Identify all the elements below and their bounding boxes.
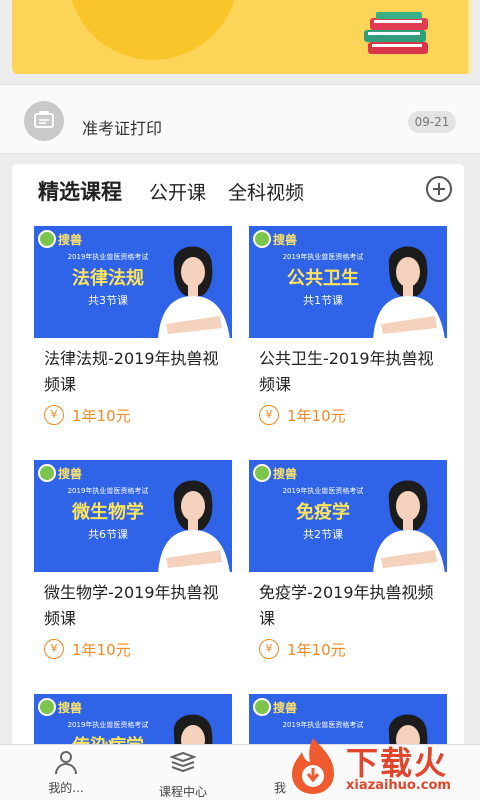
thumbnail-title: 公共卫生 (287, 268, 359, 289)
thumbnail-subtitle: 2019年执业兽医资格考试 (67, 487, 149, 495)
brand-logo: 搜兽 (253, 230, 301, 248)
books-icon (364, 12, 428, 54)
brand-logo: 搜兽 (38, 464, 86, 482)
thumbnail-subtitle: 2019年执业兽医资格考试 (67, 721, 149, 729)
course-thumbnail: 搜兽 2019年执业兽医资格考试 免疫学 共2节课 (249, 460, 447, 572)
books-stack-icon (169, 751, 197, 773)
course-price: ¥ 1年10元 (44, 638, 234, 660)
course-name: 法律法规-2019年执兽视频课 (44, 349, 219, 394)
notice-title: 准考证打印 (82, 119, 163, 138)
course-thumbnail: 搜兽 2019年执业兽医资格考试 法律法规 共3节课 (34, 226, 232, 338)
thumbnail-lesson-count: 共6节课 (88, 528, 128, 541)
tab-featured-courses[interactable]: 精选课程 (38, 176, 122, 206)
course-item[interactable]: 搜兽 2019年执业兽医资格考试 免疫学 共2节课 免疫学-2019年执兽视频课… (249, 460, 449, 660)
banner-edge (468, 0, 472, 74)
instructor-photo (373, 480, 445, 572)
user-icon (53, 751, 79, 775)
course-price: ¥ 1年10元 (44, 404, 234, 426)
thumbnail-subtitle: 2019年执业兽医资格考试 (282, 487, 364, 495)
thumbnail-subtitle: 2019年执业兽医资格考试 (282, 253, 364, 261)
course-price: ¥ 1年10元 (259, 638, 449, 660)
thumbnail-lesson-count: 共1节课 (303, 294, 343, 307)
course-tabs: 精选课程 公开课 全科视频 (12, 164, 464, 216)
thumbnail-subtitle: 2019年执业兽医资格考试 (282, 721, 364, 729)
course-item[interactable]: 搜兽 2019年执业兽医资格考试 公共卫生 共1节课 公共卫生-2019年执兽视… (249, 226, 449, 426)
yen-icon: ¥ (44, 639, 64, 659)
tabbar-label: 课程中心 (158, 785, 207, 799)
brand-logo: 搜兽 (253, 698, 301, 716)
add-plus-icon[interactable] (426, 176, 452, 202)
course-item[interactable]: 搜兽 2019年执业兽医资格考试 微生物学 共6节课 微生物学-2019年执兽视… (34, 460, 234, 660)
instructor-photo (373, 246, 445, 338)
course-item[interactable]: 搜兽 2019年执业兽医资格考试 法律法规 共3节课 法律法规-2019年执兽视… (34, 226, 234, 426)
course-name: 公共卫生-2019年执兽视频课 (259, 349, 434, 394)
yen-icon: ¥ (44, 405, 64, 425)
course-thumbnail: 搜兽 2019年执业兽医资格考试 公共卫生 共1节课 (249, 226, 447, 338)
flame-logo-icon (292, 738, 334, 794)
tabbar-item-course-center[interactable]: 课程中心 (143, 751, 223, 800)
thumbnail-lesson-count: 共3节课 (88, 294, 128, 307)
price-text: 1年10元 (287, 406, 346, 425)
course-name: 免疫学-2019年执兽视频课 (259, 583, 434, 628)
course-card: 精选课程 公开课 全科视频 搜兽 2019年执业兽医资格考试 法律法规 共3节课… (12, 164, 464, 800)
yen-icon: ¥ (259, 405, 279, 425)
course-thumbnail: 搜兽 2019年执业兽医资格考试 微生物学 共6节课 (34, 460, 232, 572)
tab-open-courses[interactable]: 公开课 (149, 178, 206, 205)
thumbnail-subtitle: 2019年执业兽医资格考试 (67, 253, 149, 261)
admission-ticket-print-row[interactable]: 准考证打印 09-21 (0, 84, 480, 154)
instructor-photo (158, 246, 230, 338)
tabbar-item-mine[interactable]: 我的... (26, 751, 106, 796)
yen-icon: ¥ (259, 639, 279, 659)
brand-logo: 搜兽 (38, 698, 86, 716)
tabbar-label: 我的... (48, 781, 84, 795)
price-text: 1年10元 (72, 640, 131, 659)
thumbnail-lesson-count: 共2节课 (303, 528, 343, 541)
notice-date-badge: 09-21 (408, 111, 456, 133)
tab-all-videos[interactable]: 全科视频 (228, 178, 304, 205)
thumbnail-title: 法律法规 (72, 268, 144, 289)
banner-circle-decoration (68, 0, 238, 60)
thumbnail-title: 微生物学 (72, 502, 144, 523)
instructor-photo (158, 480, 230, 572)
top-banner[interactable] (12, 0, 472, 74)
course-price: ¥ 1年10元 (259, 404, 449, 426)
thumbnail-title: 免疫学 (296, 502, 350, 523)
course-name: 微生物学-2019年执兽视频课 (44, 583, 219, 628)
brand-logo: 搜兽 (38, 230, 86, 248)
price-text: 1年10元 (287, 640, 346, 659)
watermark: 下载火 xiazaihuo.com (280, 734, 480, 800)
brand-logo: 搜兽 (253, 464, 301, 482)
price-text: 1年10元 (72, 406, 131, 425)
watermark-url: xiazaihuo.com (346, 778, 451, 793)
ticket-icon (24, 101, 64, 141)
